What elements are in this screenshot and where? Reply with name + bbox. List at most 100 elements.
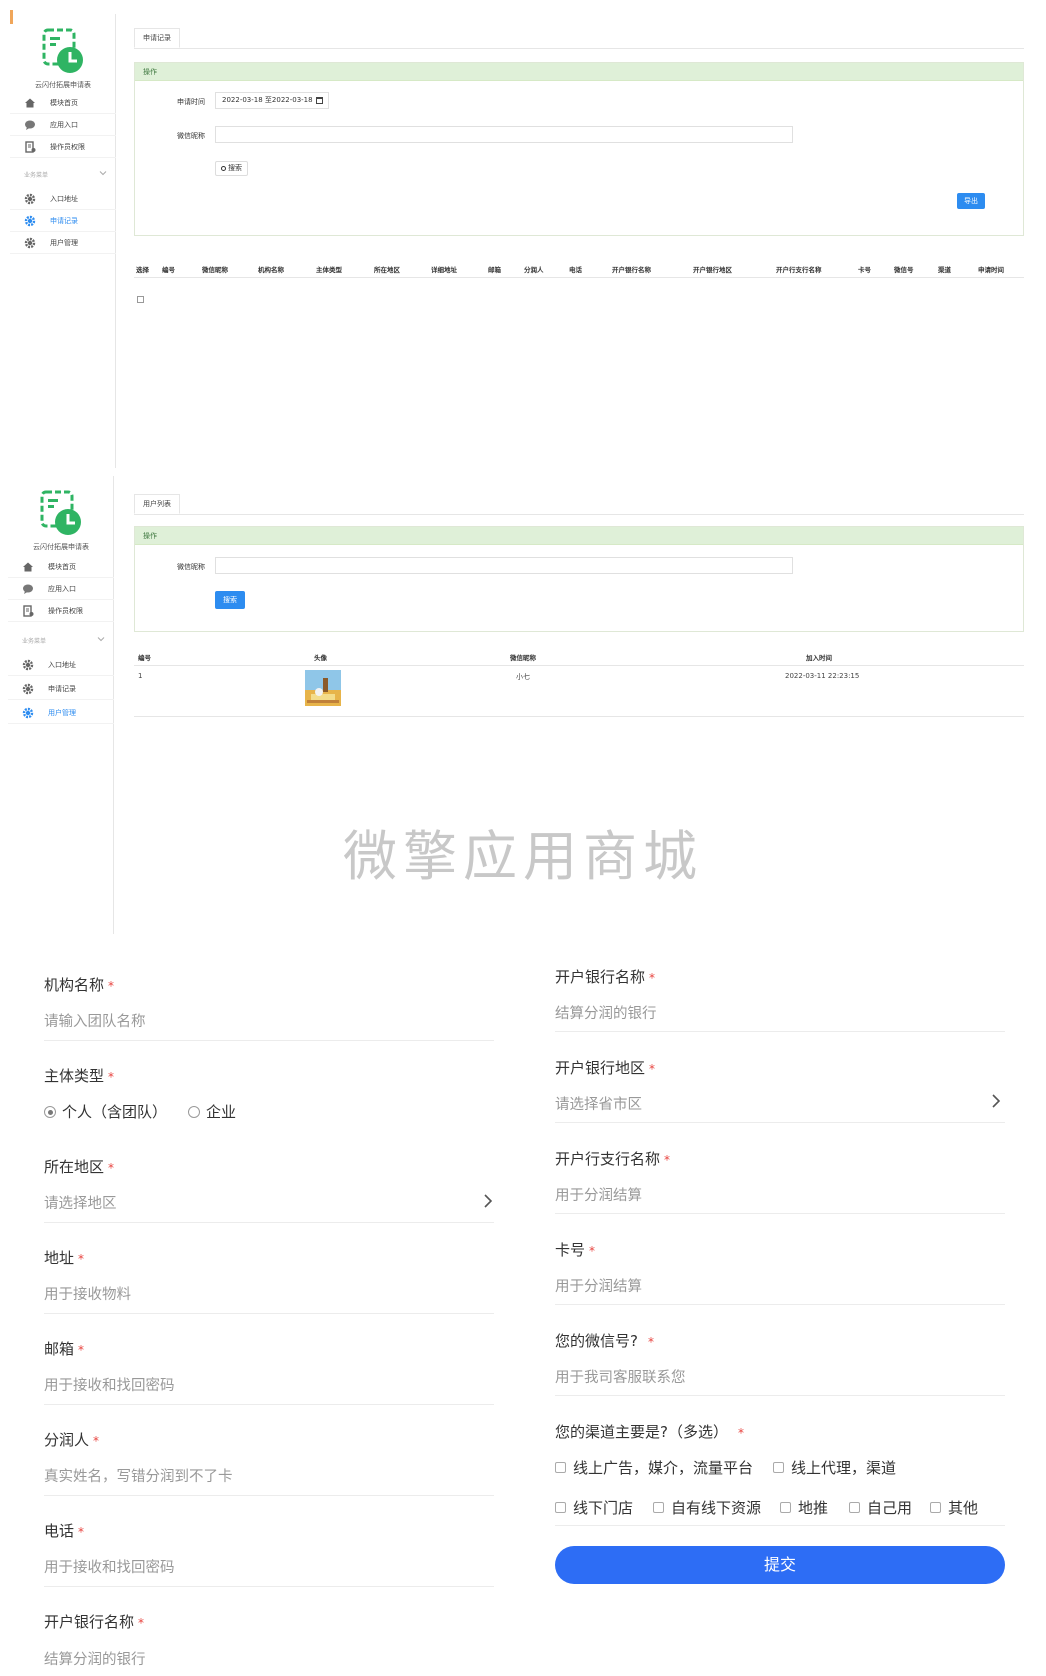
column-header: 分润人 — [524, 266, 544, 274]
sidebar-item-label: 模块首页 — [50, 99, 78, 107]
date-filter-label: 申请时间 — [177, 98, 205, 106]
user-joined-time: 2022-03-11 22:23:15 — [785, 672, 860, 680]
search-button[interactable]: 搜索 — [215, 591, 245, 609]
operation-panel-title: 操作 — [135, 63, 1023, 81]
channel-online-agent-checkbox[interactable]: 线上代理，渠道 — [773, 1457, 896, 1478]
sidebar-item-home[interactable]: 模块首页 — [10, 92, 116, 114]
sidebar-item-user-management[interactable]: 用户管理 — [10, 232, 116, 254]
sidebar-item-apply-records[interactable]: 申请记录 — [10, 210, 116, 232]
search-button[interactable]: 搜索 — [215, 161, 248, 176]
label-text: 地址 — [44, 1249, 75, 1267]
org-name-input[interactable]: 请输入团队名称 — [44, 1010, 146, 1031]
channel-ground-promo-checkbox[interactable]: 地推 — [780, 1497, 828, 1518]
wechat-nickname-input[interactable] — [215, 557, 793, 574]
wechat-id-input[interactable]: 用于我司客服联系您 — [555, 1366, 686, 1387]
sidebar-item-label: 操作员权限 — [50, 143, 85, 151]
column-header: 邮箱 — [488, 266, 501, 274]
column-header: 电话 — [569, 266, 582, 274]
required-mark: * — [108, 1161, 115, 1175]
sidebar-item-user-management[interactable]: 用户管理 — [8, 702, 114, 724]
gear-icon — [24, 193, 36, 205]
sidebar-item-entry-url[interactable]: 入口地址 — [8, 654, 114, 676]
chevron-right-icon[interactable] — [482, 1193, 494, 1209]
field-divider — [44, 1586, 494, 1587]
entity-type-company-radio[interactable]: 企业 — [188, 1101, 236, 1122]
channel-online-ads-checkbox[interactable]: 线上广告，媒介，流量平台 — [555, 1457, 753, 1478]
sidebar-item-operator-permissions[interactable]: 操作员权限 — [10, 136, 116, 158]
sidebar-group-business[interactable]: 业务菜单 — [8, 630, 114, 650]
entity-type-label: 主体类型 * — [44, 1065, 114, 1086]
column-header: 主体类型 — [316, 266, 342, 274]
label-text: 卡号 — [555, 1241, 586, 1259]
email-input[interactable]: 用于接收和找回密码 — [44, 1374, 175, 1395]
sidebar-item-operator-permissions[interactable]: 操作员权限 — [8, 600, 114, 622]
bank-region-select[interactable]: 请选择省市区 — [555, 1093, 642, 1114]
sidebar-item-app-entry[interactable]: 应用入口 — [10, 114, 116, 136]
app-logo — [38, 490, 86, 538]
card-number-input[interactable]: 用于分润结算 — [555, 1275, 642, 1296]
column-header: 编号 — [138, 654, 151, 662]
channel-self-use-checkbox[interactable]: 自己用 — [849, 1497, 912, 1518]
label-text: 您的微信号? — [555, 1332, 638, 1350]
branch-name-input[interactable]: 用于分润结算 — [555, 1184, 642, 1205]
radio-label: 个人（含团队） — [62, 1103, 168, 1121]
column-header: 头像 — [314, 654, 327, 662]
label-text: 开户银行名称 — [555, 968, 646, 986]
field-divider — [44, 1222, 494, 1223]
operation-panel-title: 操作 — [135, 527, 1023, 545]
channel-own-offline-checkbox[interactable]: 自有线下资源 — [653, 1497, 761, 1518]
column-header: 加入时间 — [806, 654, 832, 662]
sidebar-item-apply-records[interactable]: 申请记录 — [8, 678, 114, 700]
user-nickname: 小七 — [516, 673, 530, 681]
column-header: 开户银行名称 — [612, 266, 651, 274]
field-divider — [555, 1304, 1005, 1305]
tab-user-list[interactable]: 用户列表 — [134, 494, 180, 514]
checkbox-label: 线上代理，渠道 — [791, 1459, 897, 1477]
checkbox-icon — [653, 1502, 664, 1513]
bank-name-input[interactable]: 结算分润的银行 — [555, 1002, 657, 1023]
required-mark: * — [649, 1062, 656, 1076]
wechat-nickname-label: 微信昵称 — [177, 132, 205, 140]
channel-offline-store-checkbox[interactable]: 线下门店 — [555, 1497, 633, 1518]
export-button[interactable]: 导出 — [957, 193, 985, 209]
phone-input[interactable]: 用于接收和找回密码 — [44, 1556, 175, 1577]
column-header: 开户银行地区 — [693, 266, 732, 274]
tab-divider — [134, 48, 1024, 49]
sidebar-item-label: 申请记录 — [50, 217, 78, 225]
label-text: 开户银行地区 — [555, 1059, 646, 1077]
search-button-label: 搜索 — [228, 164, 242, 172]
column-header: 渠道 — [938, 266, 951, 274]
checkbox-label: 线下门店 — [573, 1499, 634, 1517]
select-all-checkbox[interactable] — [137, 296, 144, 303]
sidebar-item-label: 用户管理 — [50, 239, 78, 247]
entity-type-individual-radio[interactable]: 个人（含团队） — [44, 1101, 167, 1122]
chevron-right-icon[interactable] — [990, 1093, 1002, 1109]
required-mark: * — [78, 1343, 85, 1357]
label-text: 所在地区 — [44, 1158, 105, 1176]
date-range-input[interactable]: 2022-03-18 至2022-03-18 — [215, 92, 329, 109]
column-header: 微信昵称 — [510, 654, 536, 662]
wechat-nickname-input[interactable] — [215, 126, 793, 143]
required-mark: * — [93, 1434, 100, 1448]
bank-name-input-left[interactable]: 结算分润的银行 — [44, 1648, 146, 1669]
sidebar-item-app-entry[interactable]: 应用入口 — [8, 578, 114, 600]
submit-button[interactable]: 提交 — [555, 1546, 1005, 1584]
sidebar-item-home[interactable]: 模块首页 — [8, 556, 114, 578]
required-mark: * — [664, 1153, 671, 1167]
label-text: 邮箱 — [44, 1340, 75, 1358]
doc-icon — [24, 141, 36, 153]
region-select[interactable]: 请选择地区 — [44, 1192, 117, 1213]
checkbox-icon — [555, 1502, 566, 1513]
admin-panel-apply-records: 云闪付拓展申请表 模块首页 应用入口 操作员权限 业务菜单 入口地址 申请记录 … — [0, 0, 1046, 468]
app-title: 云闪付拓展申请表 — [35, 81, 91, 89]
checkbox-label: 自有线下资源 — [671, 1499, 762, 1517]
address-input[interactable]: 用于接收物料 — [44, 1283, 131, 1304]
tab-apply-records[interactable]: 申请记录 — [134, 28, 180, 48]
sidebar-group-business[interactable]: 业务菜单 — [10, 164, 116, 184]
home-icon — [24, 97, 36, 109]
column-header: 微信号 — [894, 266, 914, 274]
channel-other-checkbox[interactable]: 其他 — [930, 1497, 978, 1518]
sidebar-item-entry-url[interactable]: 入口地址 — [10, 188, 116, 210]
row-divider — [134, 716, 1024, 717]
profit-person-input[interactable]: 真实姓名，写错分润到不了卡 — [44, 1465, 233, 1486]
